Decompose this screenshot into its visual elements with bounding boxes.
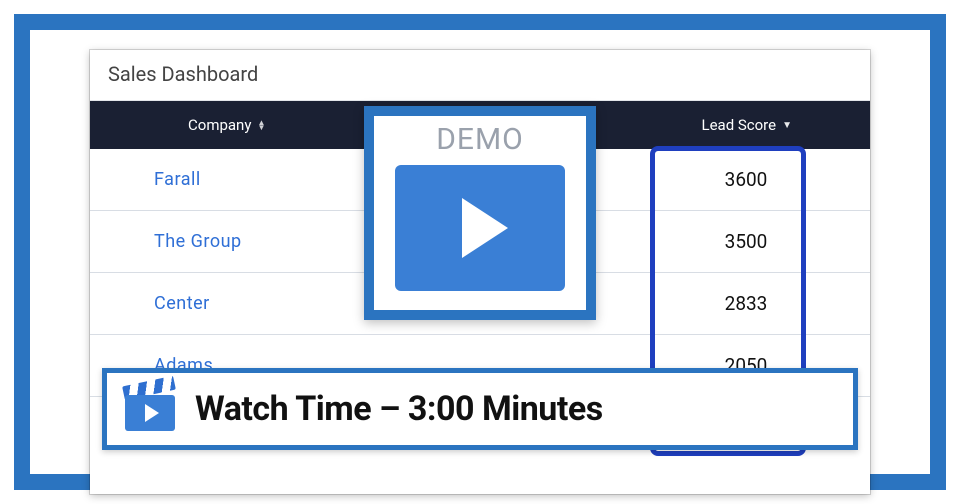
- watch-time-banner: Watch Time – 3:00 Minutes: [102, 368, 858, 450]
- page-title: Sales Dashboard: [90, 50, 870, 101]
- watch-time-text: Watch Time – 3:00 Minutes: [195, 389, 603, 429]
- column-header-company[interactable]: Company ▲▼: [90, 116, 402, 134]
- column-header-company-label: Company: [188, 116, 251, 134]
- play-button[interactable]: [395, 165, 565, 291]
- cell-score: 2833: [710, 292, 870, 315]
- demo-label: DEMO: [436, 122, 524, 157]
- cell-score: 3500: [710, 230, 870, 253]
- cell-company[interactable]: Center: [90, 293, 402, 314]
- column-header-lead-score-label: Lead Score: [702, 116, 777, 134]
- cell-company[interactable]: The Group: [90, 231, 402, 252]
- demo-video-thumbnail[interactable]: DEMO: [364, 106, 596, 320]
- play-icon: [462, 198, 508, 258]
- caret-down-icon: ▼: [782, 120, 792, 131]
- column-header-lead-score[interactable]: Lead Score ▼: [702, 116, 871, 134]
- clapperboard-icon: [125, 387, 175, 431]
- cell-company[interactable]: Farall: [90, 169, 402, 190]
- cell-score: 3600: [710, 168, 870, 191]
- sort-icon: ▲▼: [257, 120, 265, 130]
- outer-frame: Sales Dashboard Company ▲▼ Lead Score ▼ …: [14, 14, 946, 490]
